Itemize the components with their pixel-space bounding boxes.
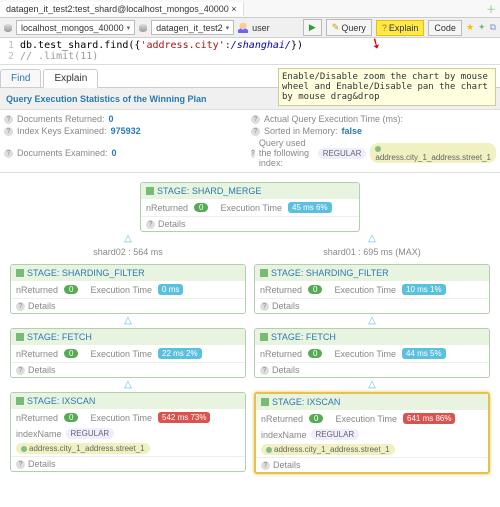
editor-tab[interactable]: datagen_it_test2:test_shard@localhost_mo… (0, 2, 244, 16)
plan-title: Query Execution Statistics of the Winnin… (6, 94, 206, 104)
stage-shard-merge[interactable]: STAGE: SHARD_MERGE nReturned0Execution T… (140, 182, 360, 232)
code-button[interactable]: Code (428, 20, 462, 36)
connection-dropdown[interactable]: localhost_mongos_40000▾ (16, 20, 135, 35)
flag-icon (16, 269, 24, 277)
user-label: user (252, 23, 270, 33)
db-icon (139, 24, 147, 32)
flag-icon (16, 333, 24, 341)
stage-fetch[interactable]: STAGE: FETCH nReturned0Execution Time44 … (254, 328, 490, 378)
user-icon (238, 23, 248, 33)
stage-fetch[interactable]: STAGE: FETCH nReturned0Execution Time22 … (10, 328, 246, 378)
flag-icon (261, 398, 269, 406)
flag-icon (260, 269, 268, 277)
add-icon[interactable]: ✦ (478, 22, 486, 33)
add-tab-icon[interactable]: ＋ (482, 1, 500, 16)
stage-ixscan[interactable]: STAGE: IXSCAN nReturned0Execution Time54… (10, 392, 246, 472)
query-button[interactable]: ✎Query (326, 19, 372, 36)
shard-label: shard01 : 695 ms (MAX) (254, 243, 490, 261)
tab-find[interactable]: Find (0, 69, 41, 87)
flag-icon (16, 397, 24, 405)
explain-button[interactable]: ?Explain (376, 20, 425, 36)
database-dropdown[interactable]: datagen_it_test2▾ (151, 20, 234, 35)
code-editor[interactable]: 1db.test_shard.find({'address.city':/sha… (0, 38, 500, 65)
flag-icon (260, 333, 268, 341)
tooltip: Enable/Disable zoom the chart by mouse w… (278, 68, 496, 106)
stage-sharding-filter[interactable]: STAGE: SHARDING_FILTER nReturned0Executi… (254, 264, 490, 314)
shard-label: shard02 : 564 ms (10, 243, 246, 261)
tab-explain[interactable]: Explain (43, 69, 98, 88)
stage-ixscan-highlighted[interactable]: STAGE: IXSCAN nReturned0Execution Time64… (254, 392, 490, 474)
copy-icon[interactable]: ⧉ (490, 22, 496, 33)
fav-icon[interactable]: ★ (466, 22, 474, 33)
stage-sharding-filter[interactable]: STAGE: SHARDING_FILTER nReturned0Executi… (10, 264, 246, 314)
flag-icon (146, 187, 154, 195)
run-button[interactable]: ▶ (303, 19, 322, 36)
db-icon (4, 24, 12, 32)
